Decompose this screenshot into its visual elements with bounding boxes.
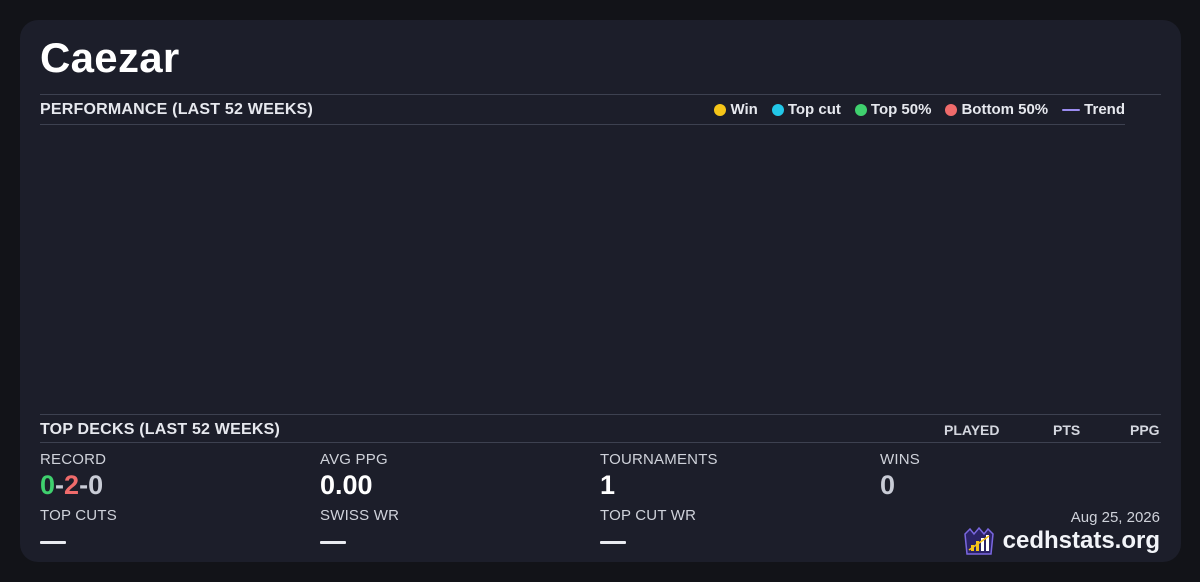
record-label: RECORD: [40, 451, 107, 468]
avg-ppg-label: AVG PPG: [320, 451, 388, 468]
legend-trend[interactable]: Trend: [1062, 101, 1125, 118]
win-dot-icon: [714, 103, 727, 116]
record-value: 0-2-0: [40, 470, 103, 501]
bottom-50-dot-icon: [945, 103, 958, 116]
tournaments-value: 1: [600, 470, 616, 500]
legend-win[interactable]: Win: [714, 101, 758, 118]
column-played[interactable]: PLAYED: [944, 422, 1000, 438]
top-50-dot-icon: [854, 103, 867, 116]
performance-heading: PERFORMANCE (LAST 52 WEEKS): [40, 101, 313, 118]
legend-label: Top 50%: [870, 101, 932, 118]
cedhstats-logo-icon: [963, 526, 994, 555]
legend-top-50[interactable]: Top 50%: [854, 101, 932, 118]
record-losses: 2: [64, 470, 80, 500]
divider: [40, 442, 1161, 443]
legend-bottom-50[interactable]: Bottom 50%: [945, 101, 1048, 118]
legend-label: Bottom 50%: [961, 101, 1049, 118]
top-cut-wr-label: TOP CUT WR: [600, 507, 697, 524]
top-cut-dot-icon: [771, 103, 784, 116]
divider: [40, 414, 1161, 415]
record-wins: 0: [40, 470, 56, 500]
wins-label: WINS: [880, 451, 920, 468]
record-separator: -: [79, 470, 89, 500]
swiss-wr-empty-dash: [320, 541, 346, 544]
legend-label: Top cut: [787, 101, 841, 118]
wins-value: 0: [880, 470, 896, 500]
trend-line-icon: [1062, 108, 1081, 111]
tournaments-label: TOURNAMENTS: [600, 451, 718, 468]
divider: [40, 94, 1161, 95]
legend-underline: [40, 124, 1125, 125]
player-card: Caezar PERFORMANCE (LAST 52 WEEKS) Win T…: [20, 20, 1181, 562]
brand-name: cedhstats.org: [1002, 527, 1160, 554]
swiss-wr-label: SWISS WR: [320, 507, 400, 524]
snapshot-date: Aug 25, 2026: [1070, 509, 1160, 526]
brand-link[interactable]: cedhstats.org: [963, 526, 1160, 556]
top-cut-wr-empty-dash: [600, 541, 626, 544]
performance-legend: Win Top cut Top 50% Bottom 50% Trend: [714, 101, 1125, 118]
record-separator: -: [55, 470, 65, 500]
player-name: Caezar: [40, 34, 180, 81]
top-decks-heading: TOP DECKS (LAST 52 WEEKS): [40, 421, 280, 438]
avg-ppg-value: 0.00: [320, 470, 373, 500]
top-cuts-empty-dash: [40, 541, 66, 544]
performance-chart-area: [40, 126, 1125, 412]
legend-label: Trend: [1084, 101, 1125, 118]
column-pts[interactable]: PTS: [1053, 422, 1080, 438]
column-ppg[interactable]: PPG: [1130, 422, 1160, 438]
record-draws: 0: [88, 470, 104, 500]
top-cuts-label: TOP CUTS: [40, 507, 117, 524]
legend-label: Win: [730, 101, 758, 118]
legend-top-cut[interactable]: Top cut: [771, 101, 841, 118]
